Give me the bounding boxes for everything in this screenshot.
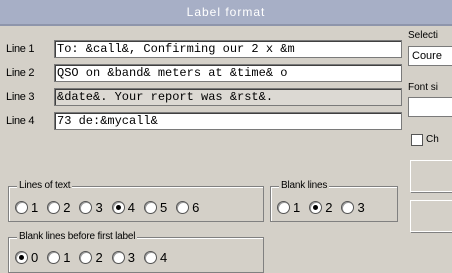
- blank-lines-before-first-label-group: Blank lines before first label 0 1 2 3 4: [8, 231, 264, 273]
- blank-lines-group: Blank lines 1 2 3: [270, 180, 398, 222]
- blank-lines-option-2[interactable]: 2: [309, 200, 332, 215]
- line-2-label: Line 2: [6, 67, 35, 79]
- lines-of-text-option-6[interactable]: 6: [176, 200, 199, 215]
- radio-button-checked[interactable]: [15, 251, 28, 264]
- lines-of-text-option-2[interactable]: 2: [47, 200, 70, 215]
- radio-button[interactable]: [79, 251, 93, 264]
- blank-lines-legend: Blank lines: [279, 180, 330, 191]
- blank-before-option-0[interactable]: 0: [15, 250, 38, 265]
- line-4-label: Line 4: [6, 115, 35, 127]
- radio-button[interactable]: [79, 201, 93, 214]
- line-4-input[interactable]: 73 de:&mycall&: [54, 112, 402, 130]
- line-3-label: Line 3: [6, 91, 35, 103]
- radio-button[interactable]: [47, 201, 61, 214]
- line-1-input[interactable]: To: &call&, Confirming our 2 x &m: [54, 40, 402, 58]
- blank-before-option-1[interactable]: 1: [47, 250, 70, 265]
- radio-button[interactable]: [111, 251, 125, 264]
- window-title: Label format: [186, 5, 266, 19]
- blank-before-option-2[interactable]: 2: [79, 250, 103, 265]
- blank-lines-option-3[interactable]: 3: [341, 200, 365, 215]
- blank-lines-before-first-label-legend: Blank lines before first label: [17, 231, 138, 242]
- radio-button[interactable]: [277, 201, 290, 214]
- line-3-input[interactable]: &date&. Your report was &rst&.: [54, 88, 402, 106]
- radio-button[interactable]: [47, 251, 61, 264]
- lines-of-text-option-3[interactable]: 3: [79, 200, 103, 215]
- radio-button-checked[interactable]: [309, 201, 323, 214]
- radio-button[interactable]: [143, 201, 157, 214]
- line-2-input[interactable]: QSO on &band& meters at &time& o: [54, 64, 402, 82]
- lines-of-text-option-5[interactable]: 5: [143, 200, 167, 215]
- side-button-1[interactable]: [410, 160, 452, 192]
- selection-label: Selecti: [408, 30, 439, 41]
- radio-button[interactable]: [143, 251, 157, 264]
- title-bar-border: [0, 24, 452, 26]
- blank-before-option-4[interactable]: 4: [143, 250, 167, 265]
- radio-button[interactable]: [341, 201, 355, 214]
- side-checkbox-label: Ch: [426, 134, 439, 145]
- font-size-input[interactable]: [408, 97, 452, 117]
- window-title-bar: Label format: [0, 0, 452, 24]
- font-select[interactable]: Coure: [408, 46, 452, 66]
- lines-of-text-option-1[interactable]: 1: [15, 200, 38, 215]
- line-1-label: Line 1: [6, 43, 35, 55]
- radio-button-checked[interactable]: [111, 201, 125, 214]
- radio-button[interactable]: [15, 201, 28, 214]
- radio-button[interactable]: [176, 201, 190, 214]
- side-button-2[interactable]: [410, 200, 452, 232]
- blank-lines-option-1[interactable]: 1: [277, 200, 300, 215]
- lines-of-text-option-4[interactable]: 4: [111, 200, 135, 215]
- font-size-label: Font si: [408, 82, 439, 93]
- lines-of-text-legend: Lines of text: [17, 180, 73, 191]
- side-checkbox[interactable]: [411, 134, 423, 146]
- lines-of-text-group: Lines of text 1 2 3 4 5 6: [8, 180, 264, 222]
- blank-before-option-3[interactable]: 3: [111, 250, 135, 265]
